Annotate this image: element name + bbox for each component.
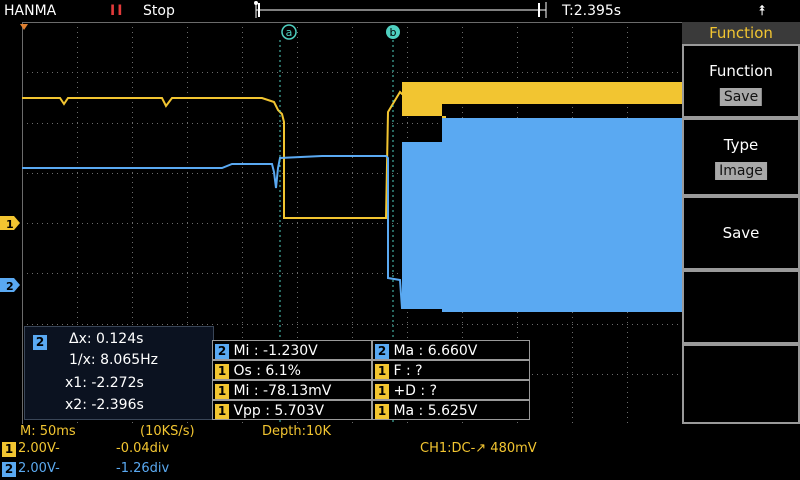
function-menu: Function Function Save Type Image Save <box>682 22 800 424</box>
menu-item-label: Type <box>723 136 759 154</box>
measurement-ch1-min: 1 Mi : -78.13mV <box>212 380 372 400</box>
menu-item-empty-2[interactable] <box>684 346 798 422</box>
menu-item-label: Save <box>722 224 760 242</box>
usb-icon: ⯭ <box>758 3 767 19</box>
channel-badge: 1 <box>375 404 389 419</box>
channel-badge: 1 <box>215 364 229 379</box>
timebase-bar: M: 50ms (10KS/s) Depth:10K <box>0 424 800 440</box>
trigger-position-marker <box>20 24 28 30</box>
cursor-inverse-x: 1/x: 8.065Hz <box>69 352 159 368</box>
menu-item-label: Function <box>709 62 773 80</box>
cursor-readout-panel: 2 Δx: 0.124s 1/x: 8.065Hz x1: -2.272s x2… <box>24 326 214 420</box>
cursor-x1: x1: -2.272s <box>65 375 144 391</box>
brand-label: HANMA <box>4 3 57 19</box>
measurement-value: +D : ? <box>393 383 438 399</box>
run-state-label: Stop <box>143 3 175 19</box>
trigger-status[interactable]: CH1:DC-↗ 480mV <box>420 441 537 457</box>
measurement-ch2-min: 2 Mi : -1.230V <box>212 340 372 360</box>
ch2-offset: -1.26div <box>116 461 170 476</box>
measurement-ch1-max: 1 Ma : 5.625V <box>372 400 530 420</box>
ch2-scale[interactable]: 2.00V- <box>18 461 60 477</box>
pause-icon[interactable]: II <box>110 1 124 21</box>
channel-status-bar: 1 2.00V- -0.04div CH1:DC-↗ 480mV 2 2.00V… <box>0 440 800 480</box>
ch1-badge[interactable]: 1 <box>2 442 16 457</box>
measurement-ch1-frequency: 1 F : ? <box>372 360 530 380</box>
top-status-bar: HANMA II Stop T:2.395s ⯭ <box>0 0 800 22</box>
measurement-value: Ma : 6.660V <box>393 343 478 359</box>
ch2-marker-label: 2 <box>6 280 14 293</box>
channel-badge: 1 <box>375 364 389 379</box>
cursor-a-label: a <box>286 26 293 39</box>
measurement-value: Ma : 5.625V <box>393 403 478 419</box>
cursor-b-label: b <box>390 26 397 39</box>
menu-item-empty-1[interactable] <box>684 272 798 342</box>
channel-badge: 1 <box>375 384 389 399</box>
menu-item-type[interactable]: Type Image <box>684 120 798 194</box>
cursor-channel-badge: 2 <box>33 335 47 350</box>
trigger-time-label: T:2.395s <box>562 3 622 19</box>
measurement-ch2-max: 2 Ma : 6.660V <box>372 340 530 360</box>
channel-badge: 1 <box>215 384 229 399</box>
menu-title: Function <box>682 22 800 44</box>
menu-item-function[interactable]: Function Save <box>684 46 798 116</box>
channel-badge: 2 <box>375 344 389 359</box>
ch2-level-marker[interactable]: 2 <box>0 276 22 294</box>
timebase-label[interactable]: M: 50ms <box>20 424 76 440</box>
measurement-ch1-vpp: 1 Vpp : 5.703V <box>212 400 372 420</box>
menu-item-value: Save <box>719 88 763 106</box>
measurement-value: Mi : -1.230V <box>233 343 318 359</box>
ch1-scale[interactable]: 2.00V- <box>18 441 60 457</box>
memory-position-bar[interactable] <box>250 0 554 20</box>
menu-item-value: Image <box>715 162 767 180</box>
cursor-delta-x: Δx: 0.124s <box>69 331 144 347</box>
ch1-level-marker[interactable]: 1 <box>0 214 22 232</box>
channel-badge: 1 <box>215 404 229 419</box>
ch1-offset: -0.04div <box>116 441 170 456</box>
memory-depth-label[interactable]: Depth:10K <box>262 424 331 440</box>
menu-item-save[interactable]: Save <box>684 198 798 268</box>
sample-rate-label: (10KS/s) <box>140 424 195 439</box>
measurement-value: Os : 6.1% <box>233 363 301 379</box>
measurement-value: Vpp : 5.703V <box>233 403 325 419</box>
measurement-ch1-overshoot: 1 Os : 6.1% <box>212 360 372 380</box>
measurement-value: Mi : -78.13mV <box>233 383 332 399</box>
channel-badge: 2 <box>215 344 229 359</box>
ch2-badge[interactable]: 2 <box>2 462 16 477</box>
cursor-x2: x2: -2.396s <box>65 397 144 413</box>
measurement-ch1-duty: 1 +D : ? <box>372 380 530 400</box>
ch1-marker-label: 1 <box>6 218 14 231</box>
measurement-value: F : ? <box>393 363 423 379</box>
